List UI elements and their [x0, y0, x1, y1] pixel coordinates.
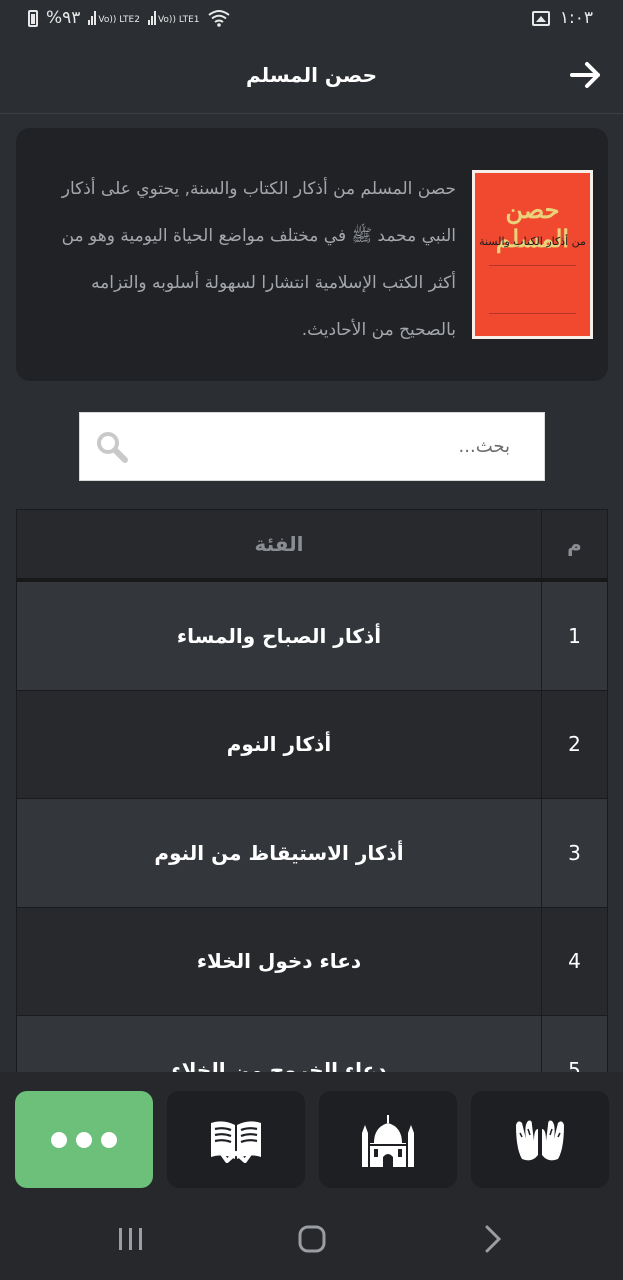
bottom-nav [0, 1072, 623, 1197]
intro-card: حصن المسلم من أذكار الكتاب والسنة حصن ال… [16, 128, 608, 381]
table-row[interactable]: 1 أذكار الصباح والمساء [16, 582, 608, 691]
signal-sim1-icon: Vo)) LTE1 [147, 11, 200, 25]
mosque-icon [362, 1114, 414, 1167]
status-bar: %٩٣ Vo)) LTE2 Vo)) LTE1 ١:٠٣ [0, 0, 623, 36]
system-nav-bar [0, 1197, 623, 1280]
book-cover-divider [489, 313, 576, 314]
nav-quran-button[interactable] [167, 1091, 305, 1188]
nav-more-button[interactable] [15, 1091, 153, 1188]
header-number: م [541, 510, 607, 578]
intro-description: حصن المسلم من أذكار الكتاب والسنة, يحتوي… [61, 179, 456, 340]
more-dots-icon [51, 1131, 117, 1148]
chevron-right-icon [485, 1225, 501, 1252]
home-button[interactable] [282, 1214, 342, 1264]
header-category: الفئة [254, 532, 304, 556]
battery-level: %٩٣ [46, 8, 81, 28]
search-box [79, 412, 545, 481]
gallery-notification-icon [531, 10, 550, 26]
book-cover-image: حصن المسلم من أذكار الكتاب والسنة [472, 170, 593, 339]
app-header: حصن المسلم [0, 36, 623, 114]
praying-hands-icon [516, 1120, 564, 1160]
row-category: أذكار النوم [226, 732, 332, 757]
signal-sim2-icon: Vo)) LTE2 [88, 11, 140, 25]
row-category: أذكار الاستيقاظ من النوم [154, 840, 404, 865]
row-category: أذكار الصباح والمساء [176, 623, 382, 648]
row-number: 3 [541, 799, 607, 907]
quran-book-icon [211, 1120, 261, 1163]
recent-apps-button[interactable] [101, 1214, 161, 1264]
categories-table: م الفئة 1 أذكار الصباح والمساء 2 أذكار ا… [16, 509, 608, 1125]
sim1-label: Vo)) LTE1 [157, 15, 200, 25]
book-cover-subtitle: من أذكار الكتاب والسنة [479, 235, 586, 248]
search-icon[interactable] [94, 429, 130, 465]
system-back-button[interactable] [463, 1214, 523, 1264]
nav-dua-button[interactable] [471, 1091, 609, 1188]
row-number: 2 [541, 690, 607, 798]
row-number: 4 [541, 907, 607, 1015]
recent-apps-icon [118, 1227, 142, 1250]
status-left: %٩٣ Vo)) LTE2 Vo)) LTE1 [28, 8, 230, 28]
wifi-icon [207, 10, 230, 27]
row-category: دعاء دخول الخلاء [196, 949, 362, 974]
row-number: 1 [541, 582, 607, 690]
table-row[interactable]: 2 أذكار النوم [16, 690, 608, 799]
status-right: ١:٠٣ [531, 8, 593, 28]
home-icon [298, 1225, 325, 1252]
arrow-right-icon [570, 62, 600, 88]
back-button[interactable] [567, 56, 605, 94]
nav-mosque-button[interactable] [319, 1091, 457, 1188]
table-header: م الفئة [16, 509, 608, 582]
sim2-label: Vo)) LTE2 [98, 15, 140, 25]
table-row[interactable]: 3 أذكار الاستيقاظ من النوم [16, 799, 608, 908]
search-input[interactable] [130, 413, 540, 480]
battery-icon [28, 9, 38, 27]
table-row[interactable]: 4 دعاء دخول الخلاء [16, 907, 608, 1016]
clock: ١:٠٣ [559, 8, 593, 28]
book-cover-divider [489, 265, 576, 266]
page-title: حصن المسلم [245, 62, 378, 87]
